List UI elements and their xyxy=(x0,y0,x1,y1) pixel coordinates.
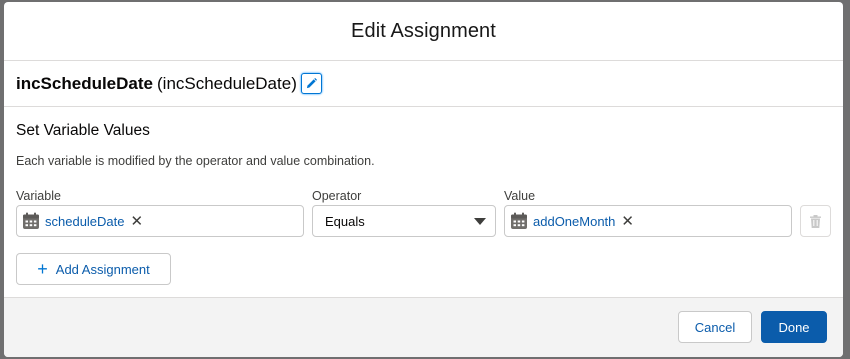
operator-select[interactable]: Equals xyxy=(312,205,496,237)
modal-title: Edit Assignment xyxy=(351,19,496,42)
trash-icon xyxy=(810,214,821,228)
operator-label: Operator xyxy=(312,189,362,203)
chevron-down-icon xyxy=(474,217,486,225)
element-label: incScheduleDate xyxy=(16,73,153,93)
edit-assignment-modal: Edit Assignment incScheduleDate (incSche… xyxy=(4,2,843,357)
add-assignment-label: Add Assignment xyxy=(55,261,150,277)
value-pill: addOneMonth ✕ xyxy=(505,212,634,230)
section-description: Each variable is modified by the operato… xyxy=(16,154,375,168)
pencil-icon xyxy=(306,78,317,89)
delete-row-button[interactable] xyxy=(800,205,831,237)
variable-value: scheduleDate xyxy=(45,213,125,229)
add-assignment-button[interactable]: + Add Assignment xyxy=(16,253,171,285)
done-button[interactable]: Done xyxy=(761,311,827,343)
variable-label: Variable xyxy=(16,189,61,203)
value-field[interactable]: addOneMonth ✕ xyxy=(504,205,792,237)
modal-header: Edit Assignment xyxy=(4,2,843,61)
calendar-icon xyxy=(511,212,527,229)
value-value: addOneMonth xyxy=(533,213,616,229)
section-title: Set Variable Values xyxy=(16,122,150,139)
variable-field[interactable]: scheduleDate ✕ xyxy=(16,205,304,237)
operator-value: Equals xyxy=(325,213,365,229)
modal-body: Set Variable Values Each variable is mod… xyxy=(4,122,843,253)
edit-element-button[interactable] xyxy=(300,73,322,94)
remove-value-close-icon[interactable]: ✕ xyxy=(621,214,634,229)
variable-pill: scheduleDate ✕ xyxy=(17,212,143,230)
calendar-icon xyxy=(23,212,39,229)
value-label: Value xyxy=(504,189,536,203)
remove-variable-close-icon[interactable]: ✕ xyxy=(131,214,144,229)
add-icon: + xyxy=(37,259,48,279)
modal-footer: Cancel Done xyxy=(4,297,843,357)
cancel-button[interactable]: Cancel xyxy=(678,311,752,343)
assignment-row: Variable scheduleDate ✕ Operator Equals … xyxy=(16,183,831,253)
element-header: incScheduleDate (incScheduleDate) xyxy=(4,61,843,107)
element-api-name: (incScheduleDate) xyxy=(157,73,297,93)
